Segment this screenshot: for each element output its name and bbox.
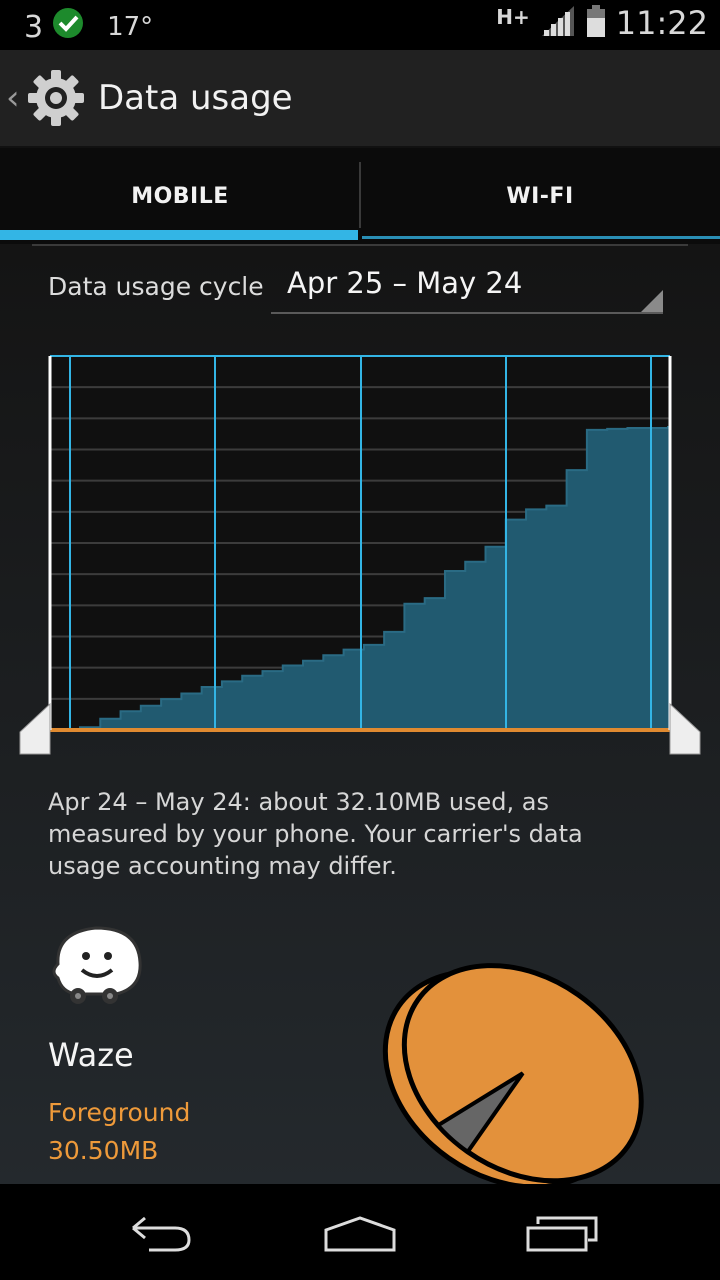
app-name: Waze <box>48 1036 134 1074</box>
divider <box>32 244 688 246</box>
status-right: H+ 11:22 <box>496 4 708 42</box>
recents-button[interactable] <box>502 1204 622 1264</box>
usage-pie-chart <box>340 904 660 1190</box>
usage-pie-svg <box>382 963 644 1190</box>
tab-underline <box>362 236 720 239</box>
usage-chart-svg <box>19 355 701 755</box>
cycle-dropdown[interactable]: Apr 25 – May 24 <box>271 262 663 314</box>
usage-chart <box>0 344 720 764</box>
cycle-value: Apr 25 – May 24 <box>287 266 523 300</box>
back-icon <box>132 1216 191 1252</box>
page-title: Data usage <box>98 78 293 118</box>
tab-wifi[interactable]: WI-FI <box>360 148 720 244</box>
check-icon <box>51 6 85 48</box>
status-bar: 3 17° H+ 11:22 <box>0 0 720 50</box>
navigation-bar <box>0 1184 720 1280</box>
action-bar: ‹ Data usage <box>0 50 720 148</box>
range-start-handle[interactable] <box>19 702 51 755</box>
network-type: H+ <box>496 5 530 29</box>
dropdown-caret-icon <box>641 290 663 312</box>
clock: 11:22 <box>615 4 708 42</box>
status-left: 3 17° <box>24 6 153 48</box>
foreground-label: Foreground <box>48 1098 191 1127</box>
pie-group <box>382 963 644 1190</box>
usage-summary: Apr 24 – May 24: about 32.10MB used, as … <box>48 788 583 880</box>
tab-bar: MOBILE WI-FI <box>0 148 720 244</box>
home-button[interactable] <box>300 1204 420 1264</box>
settings-gear-icon[interactable] <box>26 68 86 132</box>
cycle-label: Data usage cycle <box>48 272 264 301</box>
recents-icon <box>526 1216 598 1252</box>
home-icon <box>324 1216 396 1252</box>
range-end-handle[interactable] <box>669 702 701 755</box>
signal-icon <box>540 4 576 42</box>
notification-count: 3 <box>24 9 44 45</box>
foreground-size: 30.50MB <box>48 1136 159 1165</box>
tab-selected-indicator <box>0 230 358 240</box>
content-area: Data usage cycle Apr 25 – May 24 Apr 24 … <box>0 244 720 1190</box>
back-button[interactable] <box>100 1204 220 1264</box>
battery-icon <box>586 4 606 42</box>
waze-icon[interactable] <box>46 922 146 1016</box>
up-caret-icon[interactable]: ‹ <box>6 78 20 118</box>
pie-face <box>401 963 644 1184</box>
weather-temperature: 17° <box>107 12 154 42</box>
